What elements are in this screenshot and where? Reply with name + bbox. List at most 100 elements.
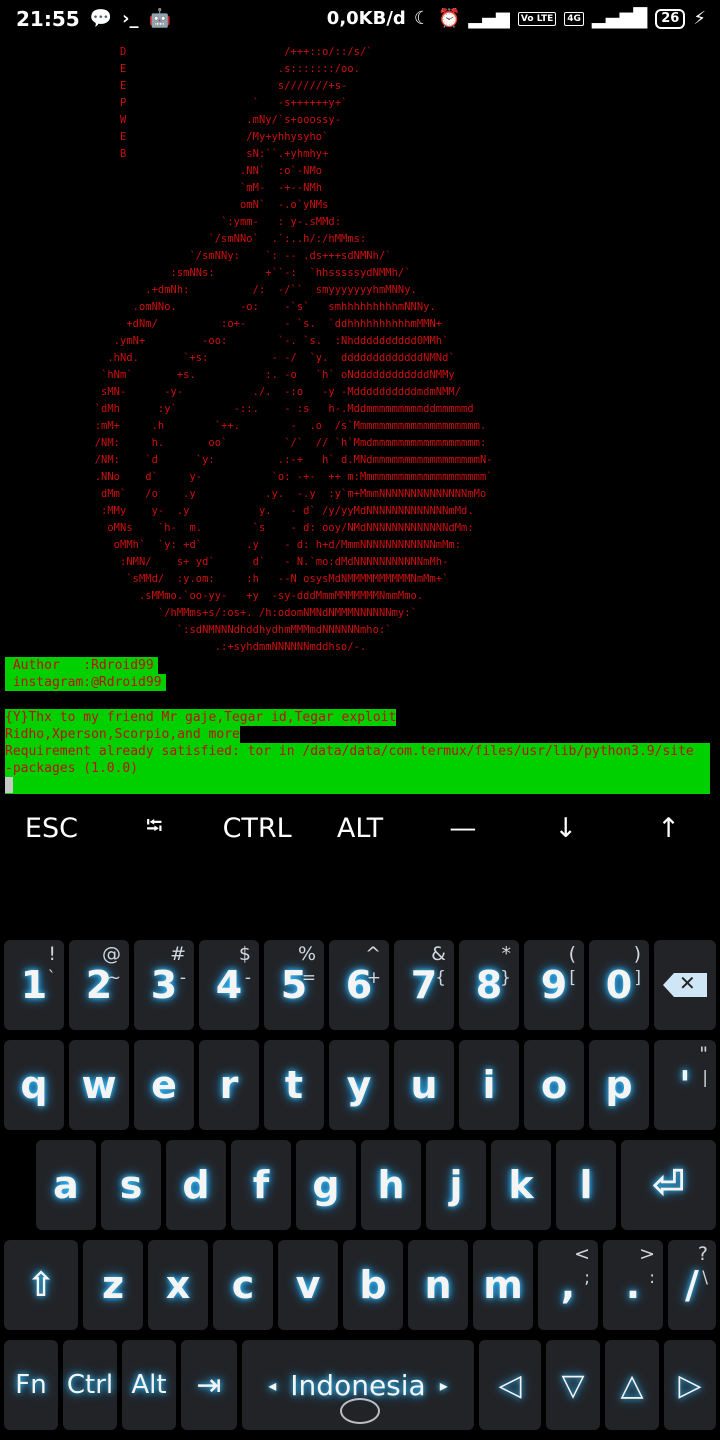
network-speed: 0,0KB/d bbox=[326, 8, 406, 29]
enter-icon: ⏎ bbox=[651, 1162, 686, 1208]
status-bar: 21:55 💬 ›_ 🤖 0,0KB/d ☾ ⏰ ▂▄▆ Vo LTE 4G ▂… bbox=[0, 0, 720, 40]
terminal-prompt-icon: ›_ bbox=[122, 8, 139, 29]
key-j[interactable]: j bbox=[426, 1140, 486, 1230]
key-c[interactable]: c bbox=[213, 1240, 273, 1330]
key-8[interactable]: 8 *} bbox=[459, 940, 519, 1030]
space-bar[interactable]: ◂ Indonesia ▸ bbox=[242, 1340, 474, 1430]
signal-icon: ▂▄▆ bbox=[468, 7, 510, 29]
charging-icon: ⚡ bbox=[693, 7, 706, 29]
key-a[interactable]: a bbox=[36, 1140, 96, 1230]
arrow-down-icon: ▽ bbox=[561, 1367, 585, 1403]
backspace-key[interactable] bbox=[654, 940, 716, 1030]
key-b[interactable]: b bbox=[343, 1240, 403, 1330]
key-w[interactable]: w bbox=[69, 1040, 129, 1130]
ctrl-key[interactable]: CTRL bbox=[206, 800, 309, 856]
instagram-line: instagram:@Rdroid99 bbox=[5, 674, 166, 691]
ctrl-keyboard-key[interactable]: Ctrl bbox=[63, 1340, 117, 1430]
key-q[interactable]: q bbox=[4, 1040, 64, 1130]
ascii-art-banner: D /+++::o/::/s/` E .s:::::::/oo. E s////… bbox=[94, 46, 493, 653]
language-label: Indonesia bbox=[290, 1368, 426, 1402]
moon-icon: ☾ bbox=[413, 7, 430, 29]
key-x[interactable]: x bbox=[148, 1240, 208, 1330]
backspace-icon bbox=[663, 973, 707, 997]
arrow-right-key[interactable]: ▷ bbox=[664, 1340, 716, 1430]
fn-key[interactable]: Fn bbox=[4, 1340, 58, 1430]
enter-key[interactable]: ⏎ bbox=[621, 1140, 716, 1230]
battery-icon: 26 bbox=[655, 8, 686, 29]
key-o[interactable]: o bbox=[524, 1040, 584, 1130]
key-v[interactable]: v bbox=[278, 1240, 338, 1330]
alt-keyboard-key[interactable]: Alt bbox=[122, 1340, 176, 1430]
qwerty-row: q w e r t y u i o p ' " | bbox=[0, 1040, 720, 1132]
key-9[interactable]: 9([ bbox=[524, 940, 584, 1030]
tab-key[interactable]: ⭾ bbox=[103, 800, 206, 856]
key-0[interactable]: 0)] bbox=[589, 940, 649, 1030]
requirement-line-2: -packages (1.0.0) bbox=[5, 761, 139, 776]
key-k[interactable]: k bbox=[491, 1140, 551, 1230]
key-u[interactable]: u bbox=[394, 1040, 454, 1130]
chat-icon: 💬 bbox=[89, 8, 113, 29]
key-apostrophe[interactable]: ' " | bbox=[654, 1040, 716, 1130]
key-y[interactable]: y bbox=[329, 1040, 389, 1130]
tab-arrow-icon: ⇥ bbox=[196, 1367, 222, 1403]
requirement-message: Requirement already satisfied: tor in /d… bbox=[5, 743, 710, 794]
key-period[interactable]: . >: bbox=[603, 1240, 663, 1330]
key-comma[interactable]: , <; bbox=[538, 1240, 598, 1330]
arrow-up-key[interactable]: ↑ bbox=[617, 800, 720, 856]
key-l[interactable]: l bbox=[556, 1140, 616, 1230]
key-t[interactable]: t bbox=[264, 1040, 324, 1130]
extra-keys-bar: ESC ⭾ CTRL ALT — ↓ ↑ bbox=[0, 800, 720, 856]
signal-strength-icon: ▂▄▆█ bbox=[591, 7, 648, 29]
shift-key[interactable]: ⇧ bbox=[4, 1240, 78, 1330]
arrow-up-icon: △ bbox=[620, 1367, 644, 1403]
arrow-left-icon: ◁ bbox=[498, 1367, 522, 1403]
key-z[interactable]: z bbox=[83, 1240, 143, 1330]
key-3[interactable]: 3 # - bbox=[134, 940, 194, 1030]
requirement-line-1: Requirement already satisfied: tor in /d… bbox=[5, 744, 694, 759]
key-4[interactable]: 4 $ - bbox=[199, 940, 259, 1030]
arrow-up-keyboard-key[interactable]: △ bbox=[605, 1340, 659, 1430]
key-2[interactable]: 2 @ ~ bbox=[69, 940, 129, 1030]
soft-keyboard: 1! ` 2 @ ~ 3 # - 4 $ - 5% = 6 ^ + 7 &{ 8 *} 9([ 0)] … bbox=[0, 938, 720, 1440]
thanks-line-1: {Y}Thx to my friend Mr gaje,Tegar id,Teg… bbox=[5, 709, 397, 726]
key-e[interactable]: e bbox=[134, 1040, 194, 1130]
volte-badge: Vo LTE bbox=[517, 11, 557, 26]
thanks-line-2: Ridho,Xperson,Scorpio,and more bbox=[5, 726, 240, 743]
dash-key[interactable]: — bbox=[411, 800, 514, 856]
function-row: Fn Ctrl Alt ⇥ ◂ Indonesia ▸ ◁ ▽ △ ▷ bbox=[0, 1340, 720, 1432]
key-f[interactable]: f bbox=[231, 1140, 291, 1230]
alarm-icon: ⏰ bbox=[437, 7, 461, 29]
arrow-left-key[interactable]: ◁ bbox=[479, 1340, 541, 1430]
arrow-down-key[interactable]: ↓ bbox=[514, 800, 617, 856]
language-next-icon[interactable]: ▸ bbox=[440, 1376, 448, 1395]
key-1[interactable]: 1! ` bbox=[4, 940, 64, 1030]
number-row: 1! ` 2 @ ~ 3 # - 4 $ - 5% = 6 ^ + 7 &{ 8 *} 9([ 0)] bbox=[0, 940, 720, 1032]
shift-icon: ⇧ bbox=[26, 1265, 56, 1305]
key-s[interactable]: s bbox=[101, 1140, 161, 1230]
key-i[interactable]: i bbox=[459, 1040, 519, 1130]
author-line: Author :Rdroid99 bbox=[5, 657, 158, 674]
tab-keyboard-key[interactable]: ⇥ bbox=[181, 1340, 237, 1430]
key-slash[interactable]: /? \ bbox=[668, 1240, 716, 1330]
android-icon: 🤖 bbox=[148, 8, 171, 29]
terminal-output[interactable]: D /+++::o/::/s/` E .s:::::::/oo. E s////… bbox=[0, 40, 720, 800]
key-6[interactable]: 6 ^ + bbox=[329, 940, 389, 1030]
bottom-letter-row: ⇧ z x c v b n m , <; . >: /? \ bbox=[0, 1240, 720, 1332]
key-m[interactable]: m bbox=[473, 1240, 533, 1330]
thanks-message: {Y}Thx to my friend Mr gaje,Tegar id,Teg… bbox=[5, 709, 397, 743]
key-n[interactable]: n bbox=[408, 1240, 468, 1330]
key-h[interactable]: h bbox=[361, 1140, 421, 1230]
keyboard-settings-icon bbox=[340, 1398, 380, 1424]
key-p[interactable]: p bbox=[589, 1040, 649, 1130]
language-prev-icon[interactable]: ◂ bbox=[268, 1376, 276, 1395]
key-g[interactable]: g bbox=[296, 1140, 356, 1230]
key-5[interactable]: 5% = bbox=[264, 940, 324, 1030]
esc-key[interactable]: ESC bbox=[0, 800, 103, 856]
arrow-right-icon: ▷ bbox=[678, 1367, 702, 1403]
alt-key[interactable]: ALT bbox=[309, 800, 412, 856]
key-r[interactable]: r bbox=[199, 1040, 259, 1130]
home-row: a s d f g h j k l ⏎ bbox=[0, 1140, 720, 1232]
key-7[interactable]: 7 &{ bbox=[394, 940, 454, 1030]
key-d[interactable]: d bbox=[166, 1140, 226, 1230]
arrow-down-keyboard-key[interactable]: ▽ bbox=[546, 1340, 600, 1430]
